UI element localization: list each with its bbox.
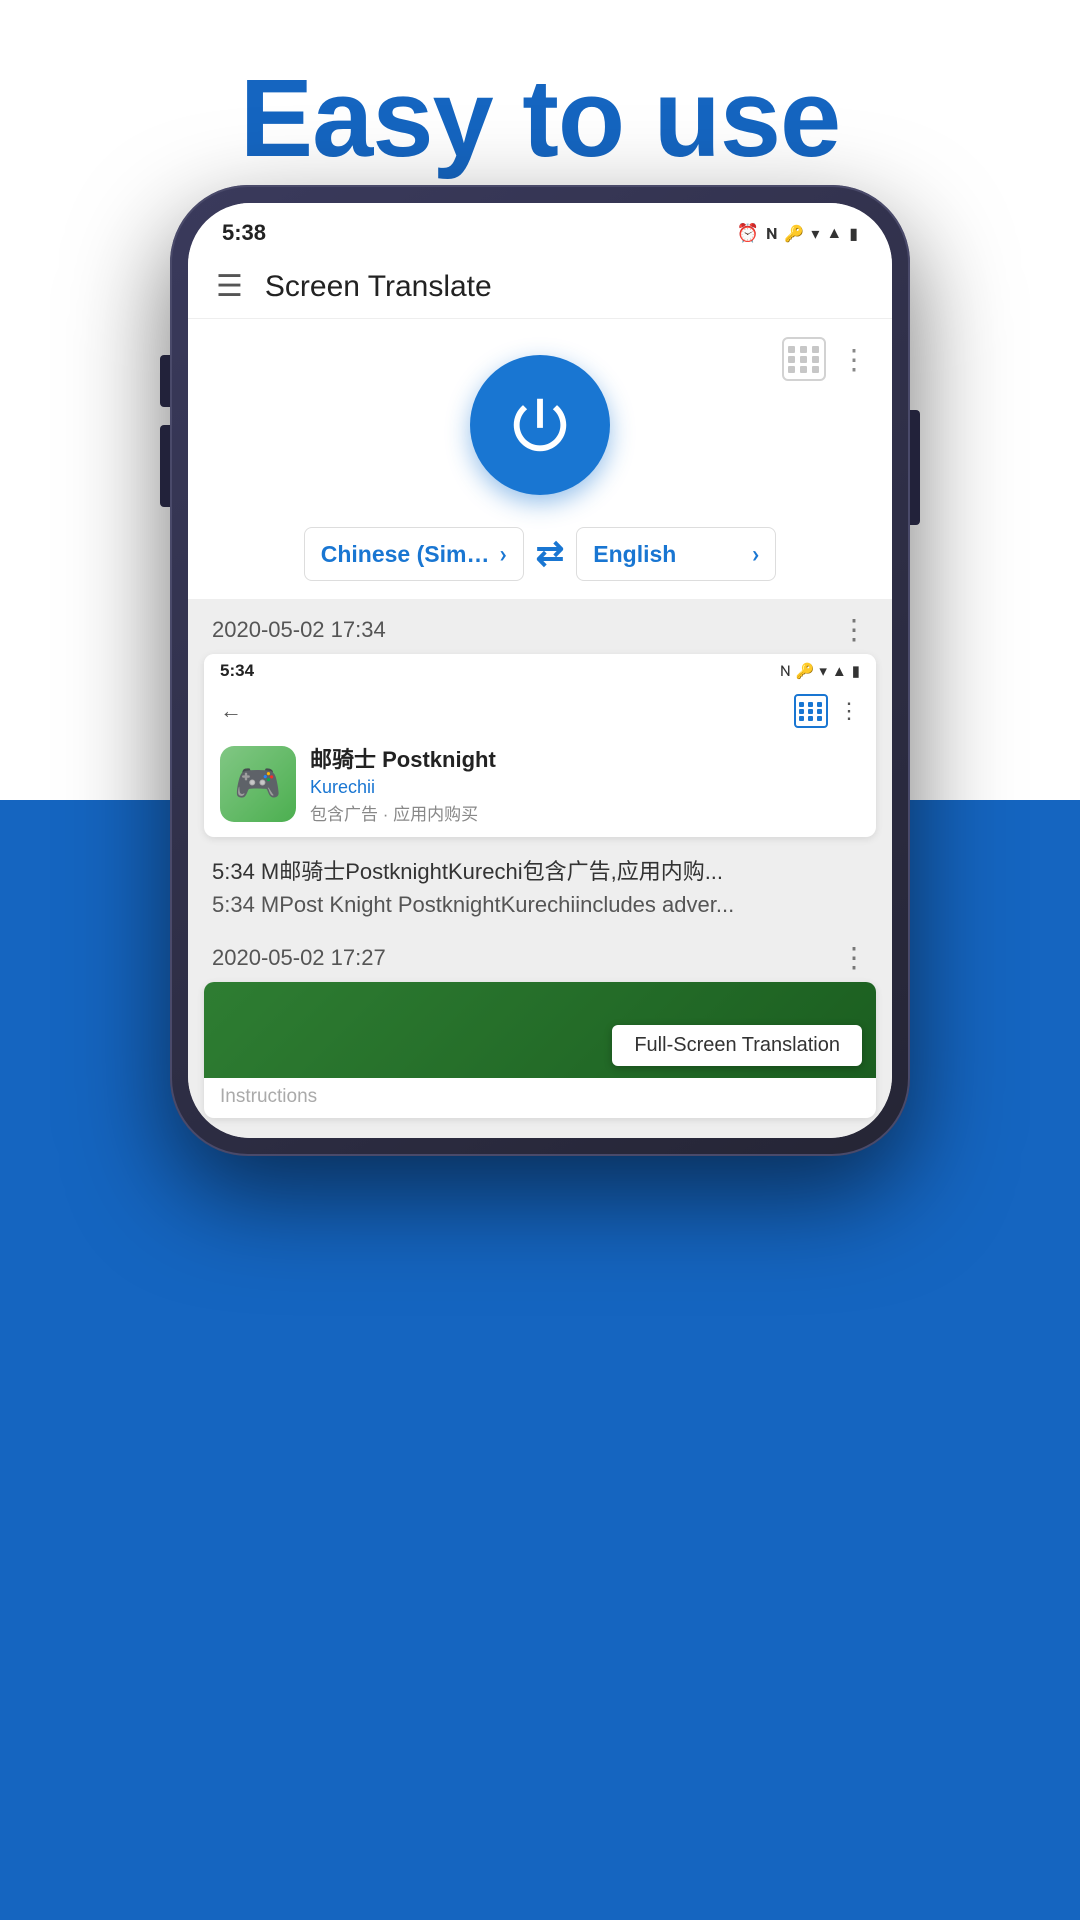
- target-language-button[interactable]: English ›: [576, 527, 776, 581]
- mini-right-icons: ⋮: [794, 694, 860, 728]
- alarm-icon: ⏰: [737, 223, 759, 244]
- history-menu-2[interactable]: ⋮: [840, 941, 868, 974]
- top-right-controls: ⋮: [782, 337, 868, 381]
- mini-app-bar: ←: [204, 688, 876, 734]
- app-bar-title: Screen Translate: [265, 270, 492, 304]
- app-icon: 🎮: [220, 746, 296, 822]
- source-lang-chevron: ›: [499, 540, 506, 568]
- history-card-1: 5:34 N 🔑 ▾ ▲ ▮ ←: [204, 654, 876, 837]
- volume-up-button: [160, 355, 170, 407]
- mini-battery-icon: ▮: [852, 662, 860, 680]
- volume-down-button: [160, 425, 170, 507]
- power-icon: [505, 390, 575, 460]
- power-toggle-button[interactable]: [470, 355, 610, 495]
- mini-status-icons: N 🔑 ▾ ▲ ▮: [780, 662, 860, 680]
- battery-icon: ▮: [849, 224, 858, 243]
- fullscreen-preview-area: Full-Screen Translation: [204, 982, 876, 1078]
- app-text-info: 邮骑士 Postknight Kurechii 包含广告 · 应用内购买: [310, 742, 496, 825]
- mini-key-icon: 🔑: [796, 662, 815, 680]
- fullscreen-badge: Full-Screen Translation: [612, 1025, 862, 1066]
- mini-three-dots[interactable]: ⋮: [838, 699, 860, 724]
- app-name: 邮骑士 Postknight: [310, 742, 496, 774]
- phone-screen: 5:38 ⏰ N 🔑 ▾ ▲ ▮ ☰ Screen Translate: [188, 203, 892, 1138]
- mini-status-bar: 5:34 N 🔑 ▾ ▲ ▮: [204, 654, 876, 688]
- language-selector: Chinese (Simpli... › ⇄ English ›: [188, 517, 892, 599]
- swap-languages-button[interactable]: ⇄: [536, 534, 565, 574]
- source-lang-label: Chinese (Simpli...: [321, 541, 491, 568]
- status-time: 5:38: [222, 220, 266, 246]
- status-icons: ⏰ N 🔑 ▾ ▲ ▮: [737, 223, 858, 244]
- key-icon: 🔑: [784, 224, 804, 243]
- history-menu-1[interactable]: ⋮: [840, 613, 868, 646]
- phone-mockup: 5:38 ⏰ N 🔑 ▾ ▲ ▮ ☰ Screen Translate: [170, 185, 910, 1156]
- history-section: 2020-05-02 17:34 ⋮ 5:34 N 🔑 ▾ ▲: [188, 599, 892, 1138]
- app-subtitle: 包含广告 · 应用内购买: [310, 800, 496, 825]
- target-lang-label: English: [593, 541, 676, 568]
- history-date-2: 2020-05-02 17:27: [212, 945, 386, 971]
- signal-icon: ▲: [826, 223, 842, 243]
- target-lang-chevron: ›: [752, 540, 759, 568]
- translation-text-rows: 5:34 M邮骑士PostknightKurechi包含广告,应用内购... 5…: [204, 847, 876, 929]
- phone-shell: 5:38 ⏰ N 🔑 ▾ ▲ ▮ ☰ Screen Translate: [170, 185, 910, 1156]
- translated-text: 5:34 MPost Knight PostknightKurechiinclu…: [212, 889, 868, 921]
- history-date-row-1: 2020-05-02 17:34 ⋮: [204, 599, 876, 654]
- instructions-label: Instructions: [220, 1086, 317, 1107]
- mini-wifi-icon: ▾: [819, 662, 827, 680]
- page-title: Easy to use: [0, 0, 1080, 182]
- history-date-row-2: 2020-05-02 17:27 ⋮: [204, 929, 876, 982]
- app-developer: Kurechii: [310, 777, 496, 798]
- status-bar: 5:38 ⏰ N 🔑 ▾ ▲ ▮: [188, 203, 892, 255]
- original-text: 5:34 M邮骑士PostknightKurechi包含广告,应用内购...: [212, 851, 868, 889]
- app-bar: ☰ Screen Translate: [188, 255, 892, 319]
- fullscreen-badge-label: Full-Screen Translation: [634, 1034, 840, 1056]
- app-info-row: 🎮 邮骑士 Postknight Kurechii 包含广告 · 应用内购买: [204, 734, 876, 837]
- nfc-icon: N: [766, 224, 777, 243]
- fullscreen-translation-card: Full-Screen Translation Instructions: [204, 982, 876, 1118]
- mini-signal-icon: ▲: [832, 662, 847, 680]
- power-section: ⋮: [188, 319, 892, 517]
- menu-icon[interactable]: ☰: [216, 269, 243, 304]
- mini-back-icon[interactable]: ←: [220, 698, 242, 724]
- wifi-icon: ▾: [811, 224, 819, 243]
- mini-status-time: 5:34: [220, 661, 254, 681]
- mini-screenshot-icon[interactable]: [794, 694, 828, 728]
- screenshot-grid-icon[interactable]: [782, 337, 826, 381]
- source-language-button[interactable]: Chinese (Simpli... ›: [304, 527, 524, 581]
- power-menu-dots[interactable]: ⋮: [840, 343, 868, 376]
- history-date-1: 2020-05-02 17:34: [212, 617, 386, 643]
- power-side-button: [910, 410, 920, 525]
- mini-nfc-icon: N: [780, 662, 791, 680]
- instructions-row: Instructions: [204, 1078, 876, 1118]
